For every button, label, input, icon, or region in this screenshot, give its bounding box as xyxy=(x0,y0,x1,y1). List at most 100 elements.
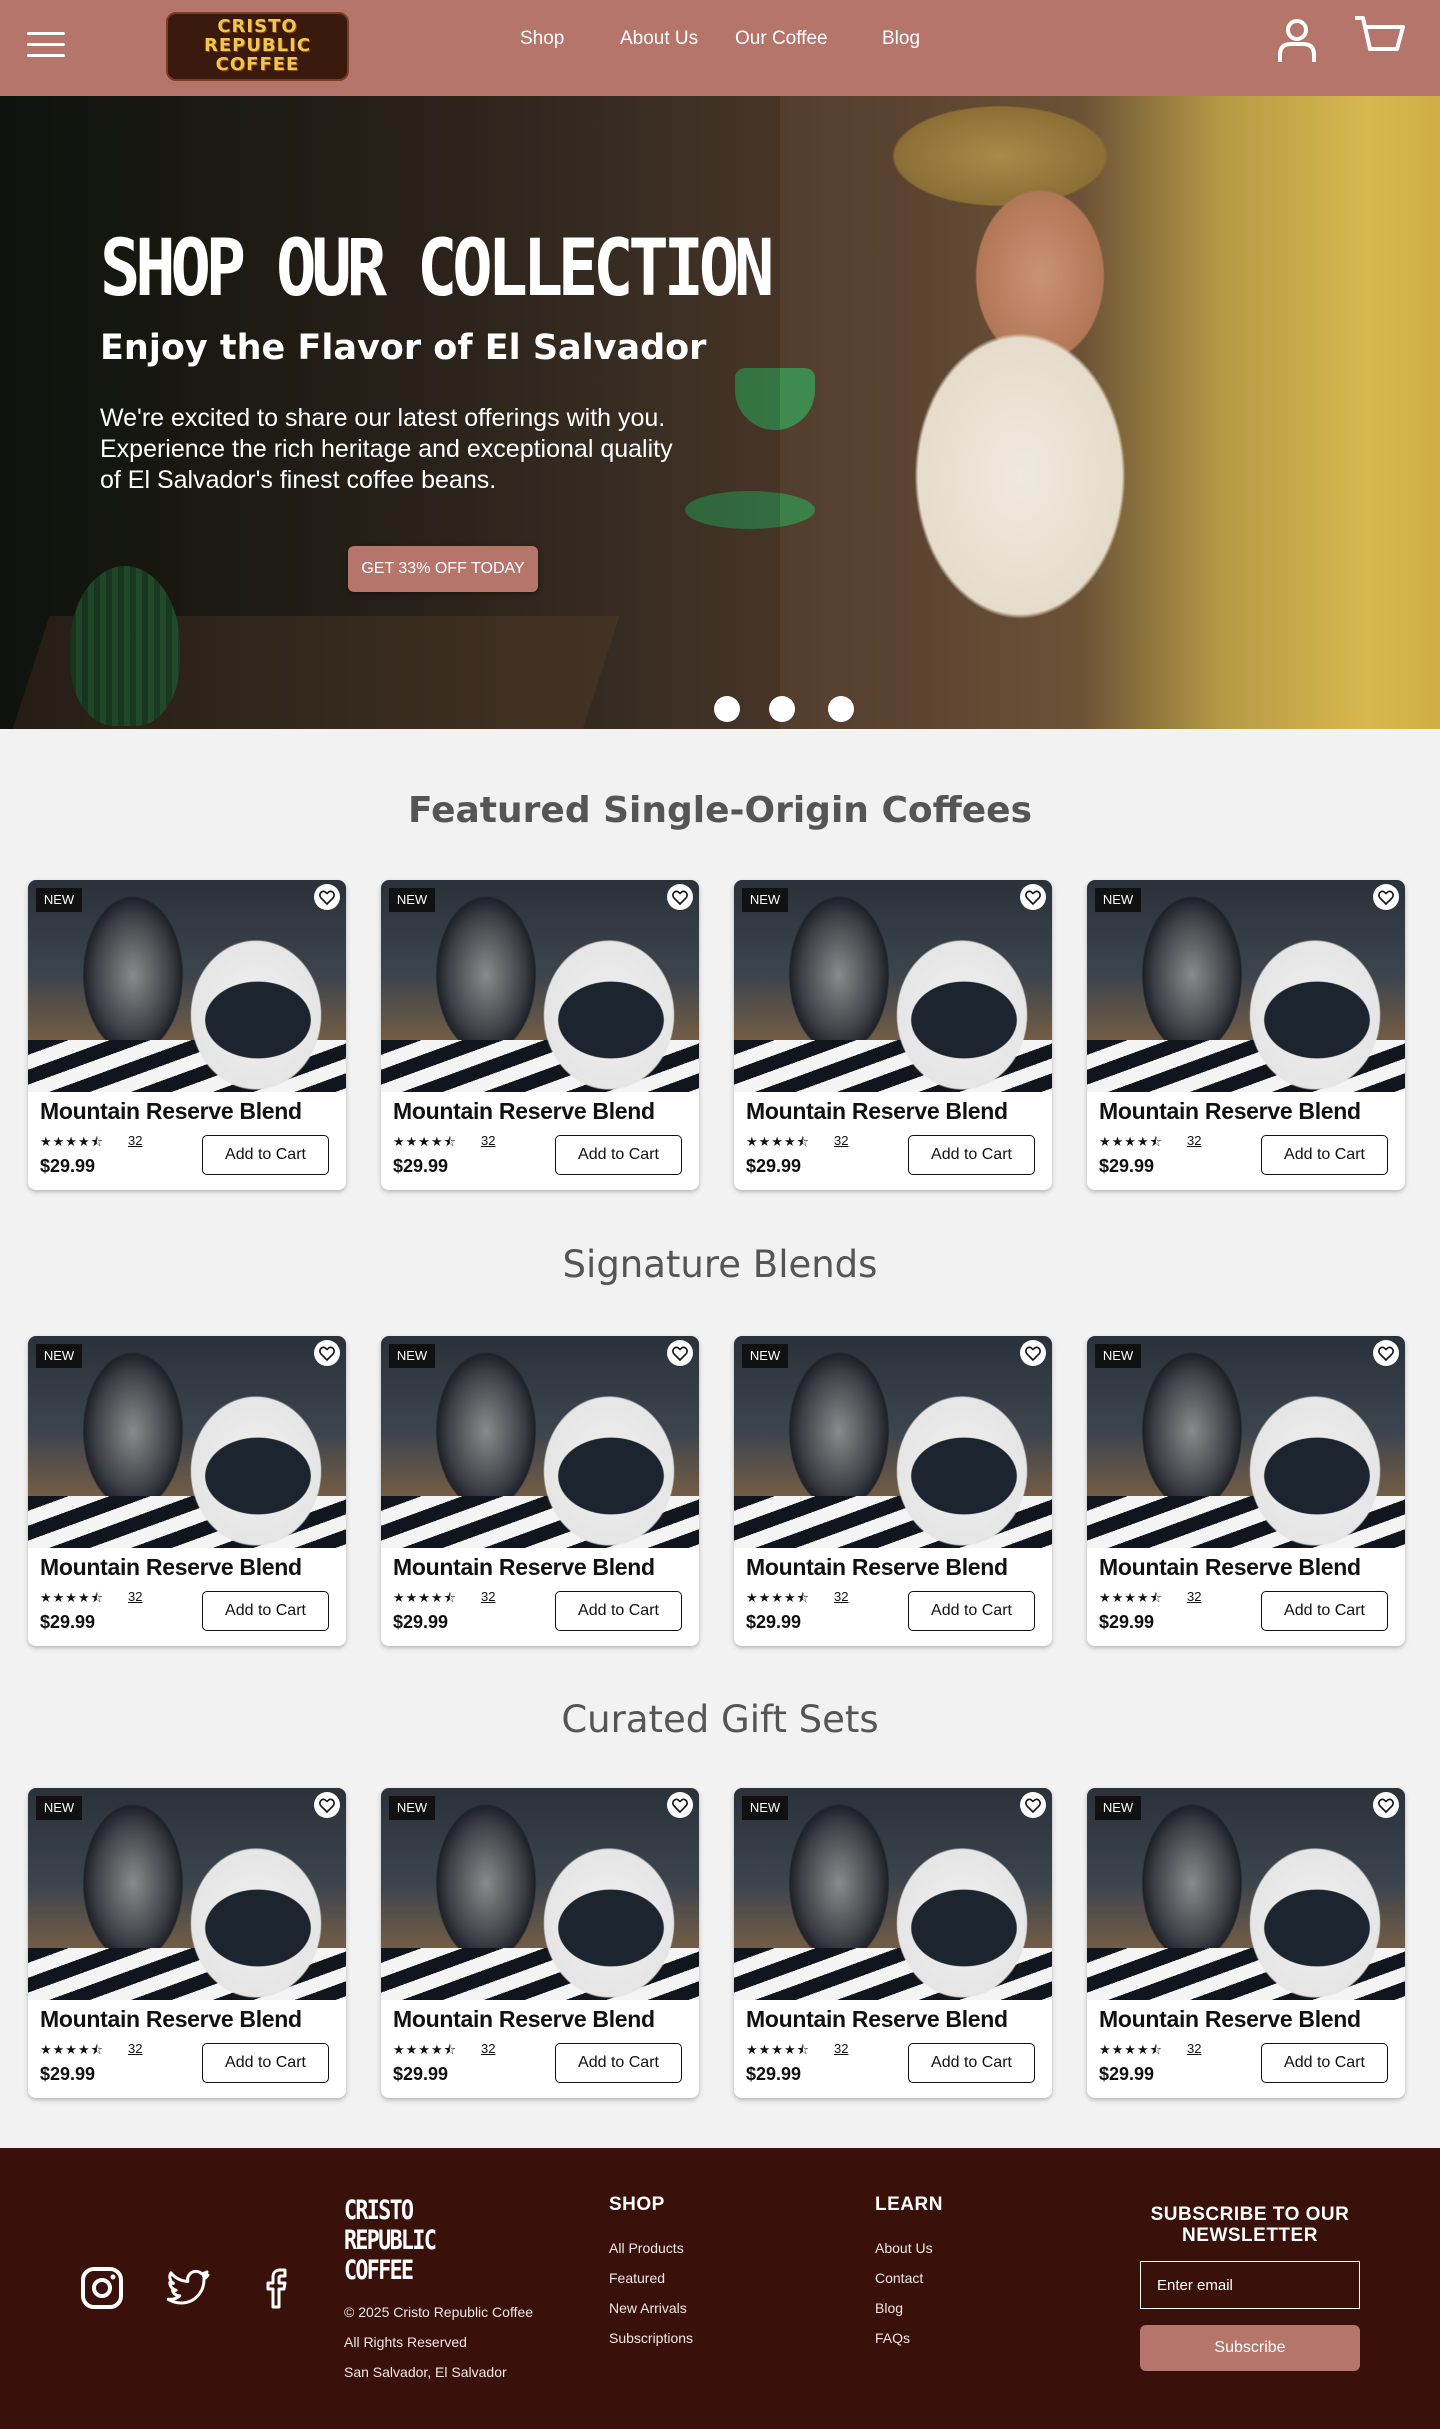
product-card[interactable]: NEW Mountain Reserve Blend ★★★★⯪ 32 $29.99 Ad… xyxy=(734,1336,1052,1646)
add-to-cart-button[interactable]: Add to Cart xyxy=(555,2043,682,2083)
product-name[interactable]: Mountain Reserve Blend xyxy=(1099,1098,1361,1125)
product-name[interactable]: Mountain Reserve Blend xyxy=(746,1098,1008,1125)
review-count[interactable]: 32 xyxy=(1187,1133,1201,1148)
review-count[interactable]: 32 xyxy=(481,1589,495,1604)
add-to-cart-button[interactable]: Add to Cart xyxy=(555,1591,682,1631)
add-to-cart-button[interactable]: Add to Cart xyxy=(908,1135,1035,1175)
add-to-cart-button[interactable]: Add to Cart xyxy=(202,1591,329,1631)
nav-link-our-coffee[interactable]: Our Coffee xyxy=(735,28,828,50)
footer-link-faqs[interactable]: FAQs xyxy=(875,2330,910,2346)
new-badge: NEW xyxy=(36,888,82,912)
product-card[interactable]: NEW Mountain Reserve Blend ★★★★⯪ 32 $29.99 Ad… xyxy=(28,1788,346,2098)
footer-link-featured[interactable]: Featured xyxy=(609,2270,665,2286)
review-count[interactable]: 32 xyxy=(128,1589,142,1604)
new-badge: NEW xyxy=(1095,1796,1141,1820)
product-card[interactable]: NEW Mountain Reserve Blend ★★★★⯪ 32 $29.99 Ad… xyxy=(734,880,1052,1190)
footer-link-subscriptions[interactable]: Subscriptions xyxy=(609,2330,693,2346)
heart-icon[interactable] xyxy=(667,1340,693,1366)
review-count[interactable]: 32 xyxy=(481,2041,495,2056)
product-card[interactable]: NEW Mountain Reserve Blend ★★★★⯪ 32 $29.99 Ad… xyxy=(381,1336,699,1646)
product-name[interactable]: Mountain Reserve Blend xyxy=(1099,1554,1361,1581)
product-name[interactable]: Mountain Reserve Blend xyxy=(393,2006,655,2033)
add-to-cart-button[interactable]: Add to Cart xyxy=(908,1591,1035,1631)
product-price: $29.99 xyxy=(746,1156,802,1176)
subscribe-button[interactable]: Subscribe xyxy=(1140,2325,1360,2371)
product-name[interactable]: Mountain Reserve Blend xyxy=(393,1554,655,1581)
discount-cta-button[interactable]: GET 33% OFF TODAY xyxy=(348,546,538,592)
site-logo[interactable]: CRISTO REPUBLIC COFFEE xyxy=(166,12,349,81)
product-card[interactable]: NEW Mountain Reserve Blend ★★★★⯪ 32 $29.99 Ad… xyxy=(381,1788,699,2098)
add-to-cart-button[interactable]: Add to Cart xyxy=(1261,1591,1388,1631)
add-to-cart-button[interactable]: Add to Cart xyxy=(555,1135,682,1175)
user-icon[interactable] xyxy=(1277,17,1317,63)
instagram-icon[interactable] xyxy=(80,2266,124,2310)
heart-icon[interactable] xyxy=(1373,1340,1399,1366)
product-card[interactable]: NEW Mountain Reserve Blend ★★★★⯪ 32 $29.99 Ad… xyxy=(28,1336,346,1646)
new-badge: NEW xyxy=(389,1796,435,1820)
add-to-cart-button[interactable]: Add to Cart xyxy=(1261,2043,1388,2083)
add-to-cart-button[interactable]: Add to Cart xyxy=(1261,1135,1388,1175)
rating-stars: ★★★★⯪ xyxy=(746,2042,810,2057)
review-count[interactable]: 32 xyxy=(128,2041,142,2056)
review-count[interactable]: 32 xyxy=(834,2041,848,2056)
hamburger-menu-icon[interactable] xyxy=(27,32,65,62)
nav-link-about-us[interactable]: About Us xyxy=(620,28,698,50)
facebook-icon[interactable] xyxy=(258,2266,302,2310)
heart-icon[interactable] xyxy=(667,1792,693,1818)
product-name[interactable]: Mountain Reserve Blend xyxy=(746,2006,1008,2033)
heart-icon[interactable] xyxy=(667,884,693,910)
product-name[interactable]: Mountain Reserve Blend xyxy=(393,1098,655,1125)
product-name[interactable]: Mountain Reserve Blend xyxy=(40,1098,302,1125)
rating-stars: ★★★★⯪ xyxy=(746,1590,810,1605)
heart-icon[interactable] xyxy=(1020,1792,1046,1818)
carousel-dot-3[interactable] xyxy=(828,696,854,722)
rating-stars: ★★★★⯪ xyxy=(1099,1590,1163,1605)
footer-link-new-arrivals[interactable]: New Arrivals xyxy=(609,2300,687,2316)
product-card[interactable]: NEW Mountain Reserve Blend ★★★★⯪ 32 $29.99 Ad… xyxy=(381,880,699,1190)
footer-link-blog[interactable]: Blog xyxy=(875,2300,903,2316)
product-card[interactable]: NEW Mountain Reserve Blend ★★★★⯪ 32 $29.99 Ad… xyxy=(1087,1336,1405,1646)
carousel-dot-1[interactable] xyxy=(714,696,740,722)
rating-stars: ★★★★⯪ xyxy=(393,2042,457,2057)
product-price: $29.99 xyxy=(393,1612,449,1632)
cart-icon[interactable] xyxy=(1353,15,1405,63)
review-count[interactable]: 32 xyxy=(834,1133,848,1148)
product-card[interactable]: NEW Mountain Reserve Blend ★★★★⯪ 32 $29.99 Ad… xyxy=(1087,1788,1405,2098)
heart-icon[interactable] xyxy=(314,1792,340,1818)
review-count[interactable]: 32 xyxy=(834,1589,848,1604)
nav-link-shop[interactable]: Shop xyxy=(520,28,564,50)
product-name[interactable]: Mountain Reserve Blend xyxy=(40,2006,302,2033)
product-price: $29.99 xyxy=(1099,2064,1155,2084)
newsletter-email-input[interactable] xyxy=(1140,2261,1360,2309)
heart-icon[interactable] xyxy=(1020,884,1046,910)
review-count[interactable]: 32 xyxy=(128,1133,142,1148)
add-to-cart-button[interactable]: Add to Cart xyxy=(202,2043,329,2083)
product-name[interactable]: Mountain Reserve Blend xyxy=(1099,2006,1361,2033)
review-count[interactable]: 32 xyxy=(481,1133,495,1148)
footer-logo[interactable]: CRISTO REPUBLIC COFFEE xyxy=(344,2196,437,2286)
product-card[interactable]: NEW Mountain Reserve Blend ★★★★⯪ 32 $29.99 Ad… xyxy=(734,1788,1052,2098)
nav-link-blog[interactable]: Blog xyxy=(882,28,920,50)
heart-icon[interactable] xyxy=(314,884,340,910)
heart-icon[interactable] xyxy=(1373,1792,1399,1818)
heart-icon[interactable] xyxy=(1373,884,1399,910)
product-name[interactable]: Mountain Reserve Blend xyxy=(746,1554,1008,1581)
product-name[interactable]: Mountain Reserve Blend xyxy=(40,1554,302,1581)
new-badge: NEW xyxy=(36,1344,82,1368)
footer-link-contact[interactable]: Contact xyxy=(875,2270,923,2286)
product-card[interactable]: NEW Mountain Reserve Blend ★★★★⯪ 32 $29.99 Ad… xyxy=(28,880,346,1190)
add-to-cart-button[interactable]: Add to Cart xyxy=(202,1135,329,1175)
rating-stars: ★★★★⯪ xyxy=(393,1134,457,1149)
product-card[interactable]: NEW Mountain Reserve Blend ★★★★⯪ 32 $29.99 Ad… xyxy=(1087,880,1405,1190)
rating-stars: ★★★★⯪ xyxy=(1099,1134,1163,1149)
footer-link-all-products[interactable]: All Products xyxy=(609,2240,684,2256)
twitter-icon[interactable] xyxy=(167,2266,211,2310)
review-count[interactable]: 32 xyxy=(1187,1589,1201,1604)
review-count[interactable]: 32 xyxy=(1187,2041,1201,2056)
heart-icon[interactable] xyxy=(1020,1340,1046,1366)
carousel-dot-2[interactable] xyxy=(769,696,795,722)
heart-icon[interactable] xyxy=(314,1340,340,1366)
footer-logo-line-2: REPUBLIC xyxy=(344,2225,437,2256)
footer-link-about-us[interactable]: About Us xyxy=(875,2240,933,2256)
add-to-cart-button[interactable]: Add to Cart xyxy=(908,2043,1035,2083)
